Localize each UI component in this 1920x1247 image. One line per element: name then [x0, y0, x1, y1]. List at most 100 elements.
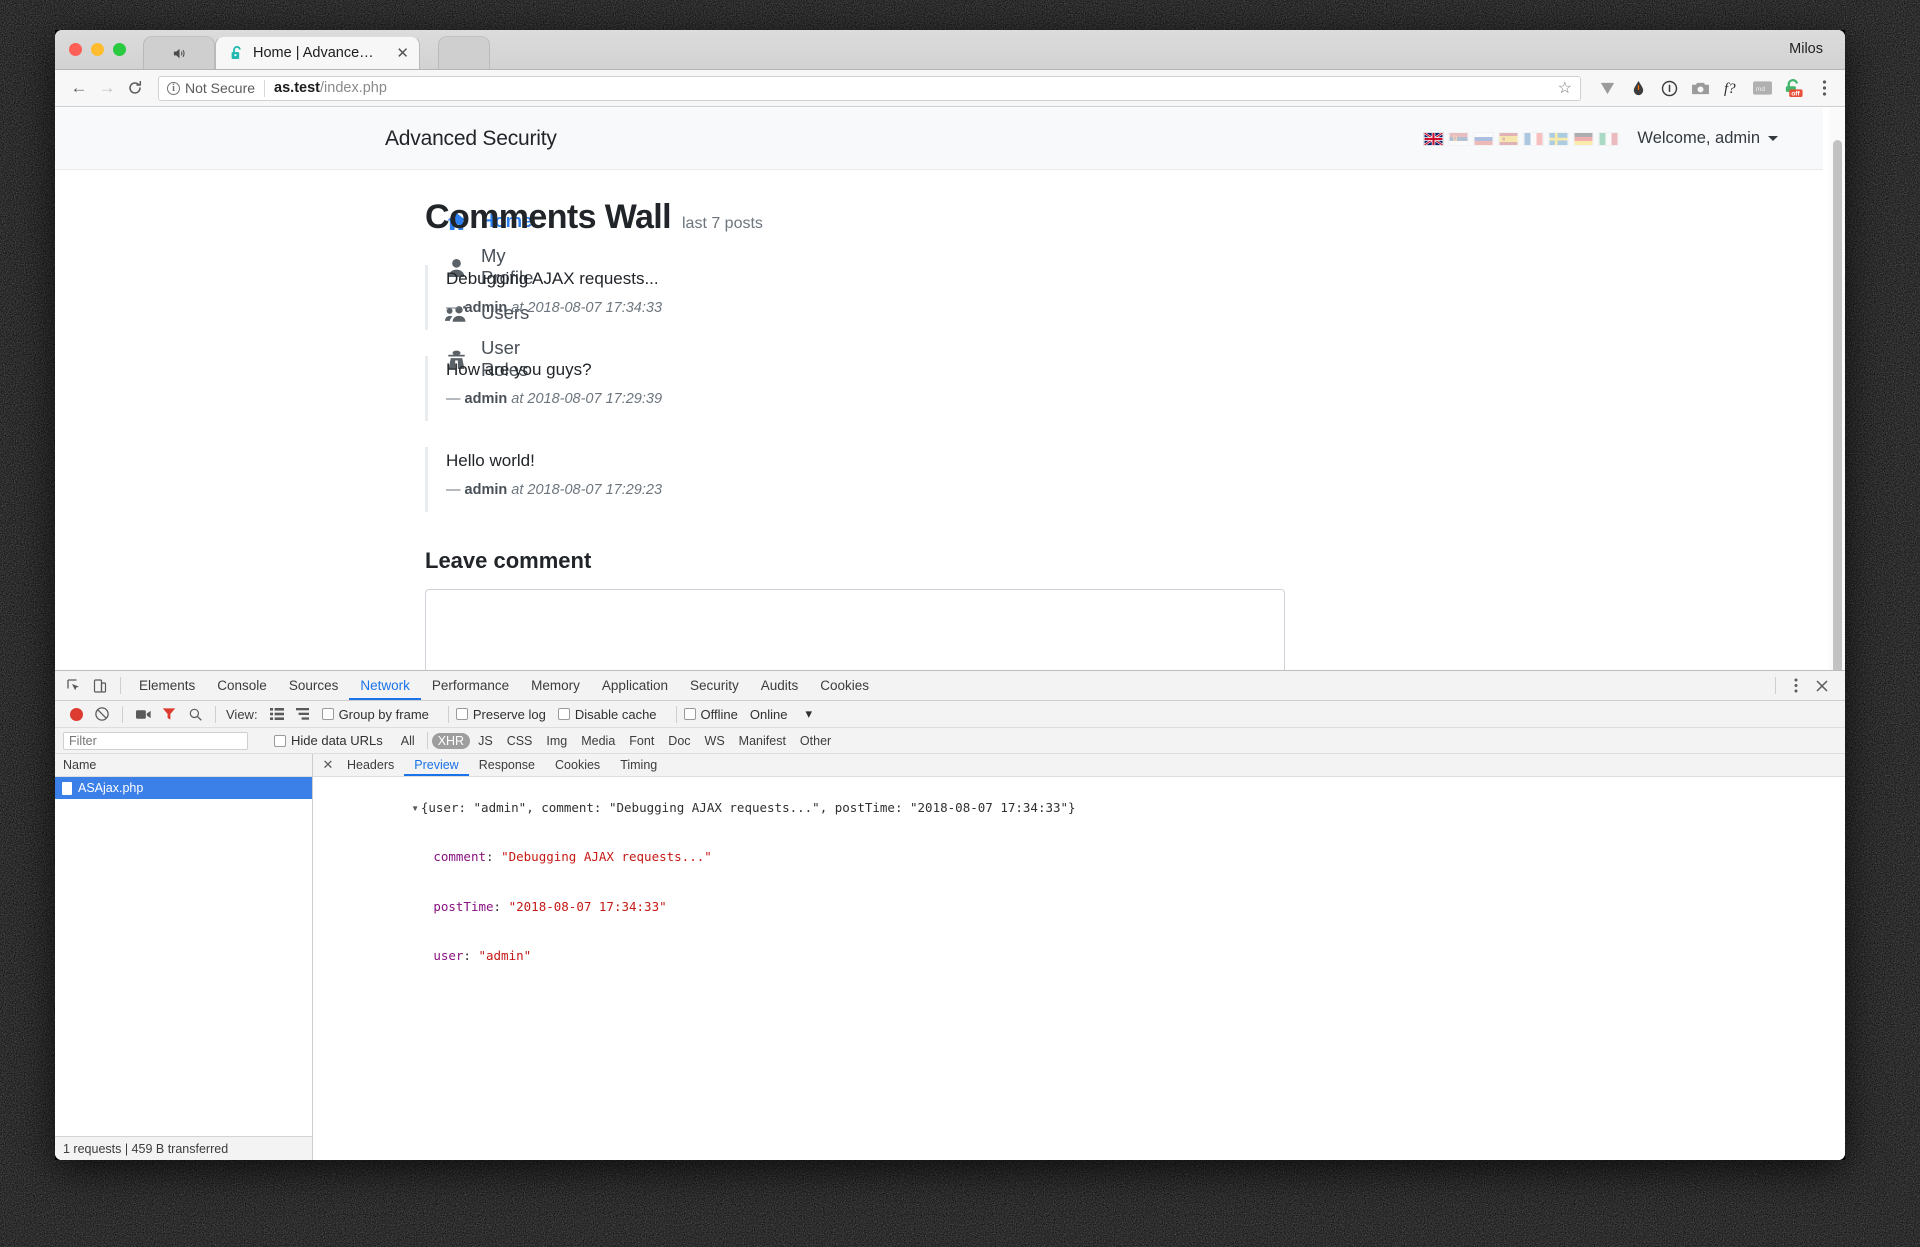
- filter-type-css[interactable]: CSS: [501, 733, 539, 749]
- back-button[interactable]: ←: [65, 74, 93, 102]
- flag-germany[interactable]: [1573, 132, 1594, 146]
- v-icon[interactable]: [1597, 78, 1618, 99]
- extension-icons: f? md off: [1588, 78, 1835, 99]
- view-waterfall-icon[interactable]: [290, 701, 316, 727]
- comment-input[interactable]: [425, 589, 1285, 673]
- flag-uk[interactable]: [1423, 131, 1445, 146]
- comment-time: 2018-08-07 17:34:33: [527, 300, 663, 316]
- unlock-icon: [231, 46, 241, 59]
- disable-cache-checkbox[interactable]: Disable cache: [557, 707, 657, 722]
- clear-button[interactable]: [89, 701, 115, 727]
- checkbox-box: [274, 734, 286, 747]
- view-list-icon[interactable]: [264, 701, 290, 727]
- capture-screenshots-icon[interactable]: [130, 701, 156, 727]
- request-detail-tabs: ✕ Headers Preview Response Cookies Timin…: [313, 754, 1845, 777]
- chrome-menu-icon[interactable]: [1814, 78, 1835, 99]
- request-name: ASAjax.php: [78, 781, 144, 795]
- page-scrollbar-thumb[interactable]: [1833, 140, 1842, 685]
- header-right: Welcome, admin: [1423, 129, 1778, 148]
- detail-tab-preview[interactable]: Preview: [404, 754, 468, 776]
- network-status-bar: 1 requests | 459 B transferred: [55, 1136, 312, 1160]
- md-icon[interactable]: md: [1752, 78, 1773, 99]
- filter-type-media[interactable]: Media: [575, 733, 621, 749]
- flag-serbia[interactable]: [1448, 132, 1469, 146]
- comment-time: 2018-08-07 17:29:39: [527, 391, 663, 407]
- filter-type-manifest[interactable]: Manifest: [733, 733, 792, 749]
- json-summary-row[interactable]: ▾ {user: "admin", comment: "Debugging AJA…: [321, 783, 1845, 833]
- devtools-tab-application[interactable]: Application: [591, 671, 679, 700]
- flag-sweden[interactable]: [1548, 132, 1569, 146]
- browser-tab-active[interactable]: Home | Advanced Security ✕: [215, 36, 420, 69]
- filter-type-js[interactable]: JS: [472, 733, 499, 749]
- devtools-tab-security[interactable]: Security: [679, 671, 750, 700]
- browser-profile-name[interactable]: Milos: [1789, 41, 1823, 57]
- svg-text:off: off: [1791, 91, 1800, 98]
- filter-type-ws[interactable]: WS: [699, 733, 731, 749]
- preserve-log-checkbox[interactable]: Preserve log: [455, 707, 546, 722]
- detail-tab-headers[interactable]: Headers: [337, 754, 404, 776]
- flag-spain[interactable]: [1498, 132, 1519, 146]
- filter-type-doc[interactable]: Doc: [662, 733, 696, 749]
- devtools-tab-cookies[interactable]: Cookies: [809, 671, 880, 700]
- inspect-element-icon[interactable]: [61, 673, 87, 699]
- search-icon[interactable]: [182, 701, 208, 727]
- browser-tab-audio[interactable]: [143, 36, 215, 69]
- devtools-tab-network[interactable]: Network: [349, 671, 421, 700]
- bookmark-star-icon[interactable]: ☆: [1558, 78, 1572, 98]
- devtools-close-icon[interactable]: [1809, 673, 1835, 699]
- window-close-button[interactable]: [69, 43, 82, 56]
- reload-button[interactable]: [121, 74, 149, 102]
- devtools-tabbar: Elements Console Sources Network Perform…: [55, 671, 1845, 701]
- filter-type-img[interactable]: Img: [540, 733, 573, 749]
- detail-tab-response[interactable]: Response: [469, 754, 545, 776]
- devtools-tab-performance[interactable]: Performance: [421, 671, 520, 700]
- json-key: postTime: [433, 898, 494, 914]
- user-menu[interactable]: Welcome, admin: [1637, 129, 1778, 148]
- detail-close-icon[interactable]: ✕: [319, 757, 337, 773]
- droplet-icon[interactable]: [1628, 78, 1649, 99]
- detail-tab-timing[interactable]: Timing: [610, 754, 667, 776]
- checkbox-box: [683, 708, 696, 720]
- disclosure-triangle-icon[interactable]: ▾: [411, 800, 419, 817]
- hide-data-urls-checkbox[interactable]: Hide data URLs: [274, 733, 383, 748]
- filter-icon[interactable]: [156, 701, 182, 727]
- address-bar[interactable]: i Not Secure as.test/index.php ☆: [158, 75, 1581, 101]
- devtools-tab-elements[interactable]: Elements: [128, 671, 206, 700]
- detail-tab-cookies[interactable]: Cookies: [545, 754, 610, 776]
- f-question-icon[interactable]: f?: [1721, 78, 1742, 99]
- security-indicator[interactable]: i Not Secure: [167, 80, 255, 96]
- window-minimize-button[interactable]: [91, 43, 104, 56]
- forward-button[interactable]: →: [93, 74, 121, 102]
- devtools-menu-icon[interactable]: [1783, 673, 1809, 699]
- devtools-tab-memory[interactable]: Memory: [520, 671, 591, 700]
- device-toolbar-icon[interactable]: [87, 673, 113, 699]
- record-button[interactable]: [63, 701, 89, 727]
- filter-type-other[interactable]: Other: [794, 733, 837, 749]
- tab-close-icon[interactable]: ✕: [396, 46, 409, 61]
- comment-dash: —: [446, 482, 461, 498]
- request-list-pane: Name ASAjax.php 1 requests | 459 B trans…: [55, 754, 313, 1160]
- camera-icon[interactable]: [1690, 78, 1711, 99]
- browser-tab-new-placeholder[interactable]: [438, 36, 490, 69]
- offline-checkbox[interactable]: Offline: [683, 707, 738, 722]
- flag-france[interactable]: [1523, 132, 1544, 146]
- https-off-icon[interactable]: off: [1783, 78, 1804, 99]
- network-filter-bar: Hide data URLs All XHR JS CSS Img Media …: [55, 728, 1845, 754]
- info-circle-icon[interactable]: [1659, 78, 1680, 99]
- window-maximize-button[interactable]: [113, 43, 126, 56]
- filter-divider: [426, 732, 428, 749]
- devtools-tab-audits[interactable]: Audits: [750, 671, 810, 700]
- throttling-select[interactable]: Online ▾: [750, 706, 812, 722]
- devtools-tab-console[interactable]: Console: [206, 671, 278, 700]
- filter-type-xhr[interactable]: XHR: [431, 732, 471, 749]
- svg-text:md: md: [1756, 86, 1766, 93]
- devtools-tab-sources[interactable]: Sources: [278, 671, 350, 700]
- filter-type-all[interactable]: All: [395, 733, 421, 749]
- request-row[interactable]: ASAjax.php: [55, 777, 312, 799]
- group-by-frame-checkbox[interactable]: Group by frame: [321, 707, 429, 722]
- json-row: postTime: "2018-08-07 17:34:33": [321, 882, 1845, 932]
- filter-input[interactable]: [63, 731, 248, 750]
- filter-type-font[interactable]: Font: [623, 733, 660, 749]
- flag-russia[interactable]: [1473, 132, 1494, 146]
- flag-italy[interactable]: [1598, 132, 1619, 146]
